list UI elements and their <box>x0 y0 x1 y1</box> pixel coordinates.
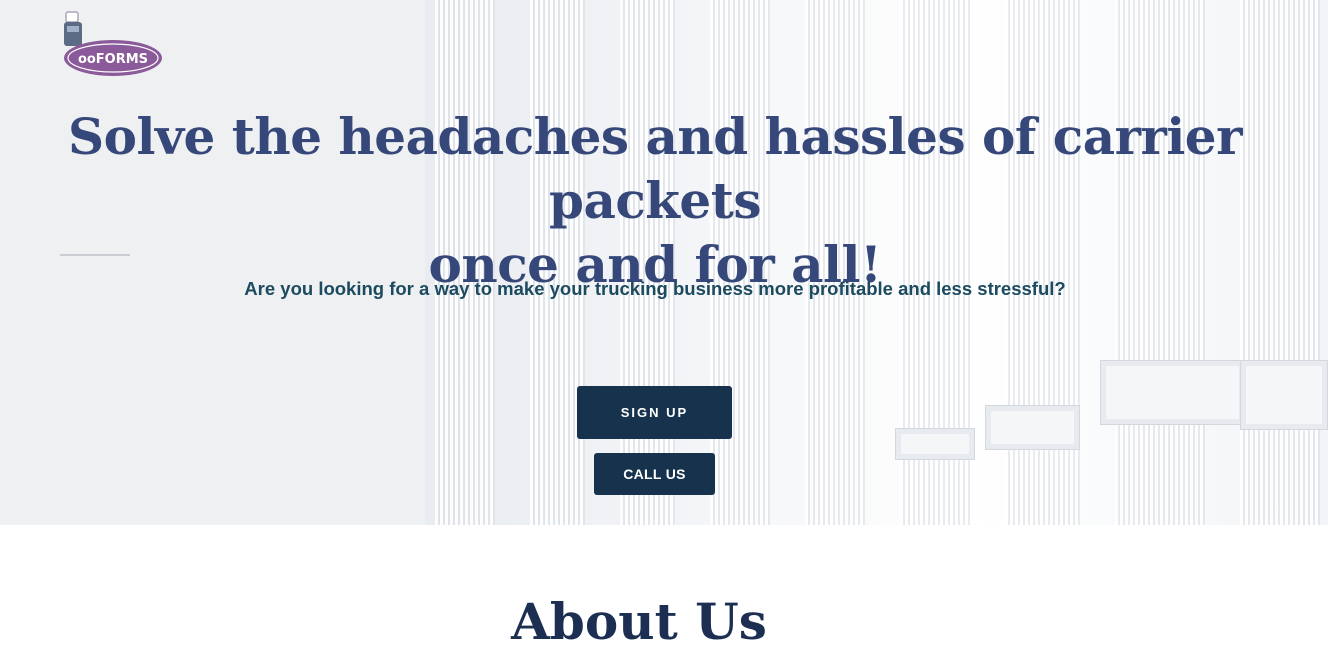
svg-text:ooFORMS: ooFORMS <box>78 52 148 67</box>
call-us-button[interactable]: CALL US <box>594 453 715 495</box>
hero-section: ooFORMS Solve the headaches and hassles … <box>0 0 1328 525</box>
headline-line-1: Solve the headaches and hassles of carri… <box>68 107 1242 230</box>
hero-headline: Solve the headaches and hassles of carri… <box>40 105 1270 297</box>
section-divider <box>60 254 130 256</box>
about-us-heading: About Us <box>511 592 767 651</box>
logo-mark-icon: ooFORMS <box>64 11 162 76</box>
hero-subheadline: Are you looking for a way to make your t… <box>244 278 1066 299</box>
site-logo[interactable]: ooFORMS <box>60 10 166 80</box>
sign-up-button[interactable]: SIGN UP <box>577 386 732 439</box>
